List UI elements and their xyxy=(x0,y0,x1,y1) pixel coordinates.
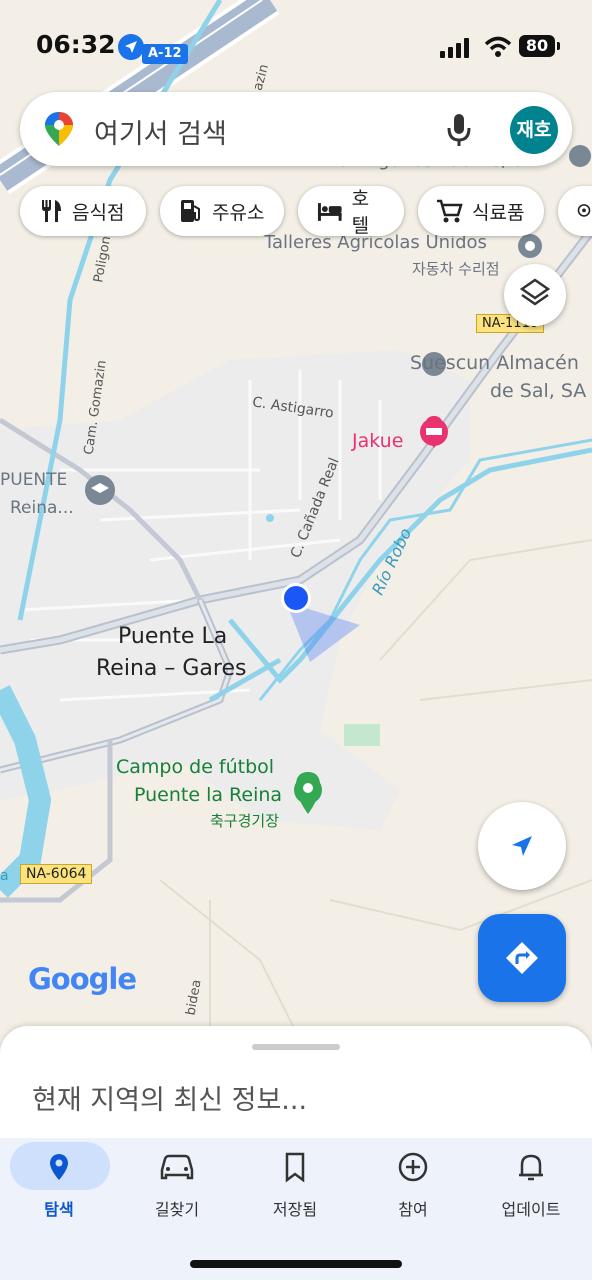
map-label-campo-2[interactable]: Puente la Reina xyxy=(134,784,282,806)
nav-tab-explore[interactable]: 탐색 xyxy=(0,1138,118,1238)
category-chips: 음식점 주유소 호텔 식료품 xyxy=(0,186,592,238)
chip-hotels[interactable]: 호텔 xyxy=(298,186,404,237)
chip-label: 식료품 xyxy=(472,201,525,224)
fork-knife-icon xyxy=(42,200,61,222)
navigation-arrow-icon xyxy=(512,836,532,856)
my-location-button[interactable] xyxy=(478,802,566,890)
status-time: 06:32 xyxy=(36,30,116,59)
town-label-2: Reina – Gares xyxy=(96,656,247,681)
nav-label: 저장됨 xyxy=(272,1200,318,1219)
bell-icon xyxy=(519,1154,543,1181)
road-shield-na6064: NA-6064 xyxy=(20,864,93,884)
chip-label: 주유소 xyxy=(212,201,265,224)
ferris-wheel-icon xyxy=(577,204,591,217)
town-label-1: Puente La xyxy=(118,624,228,649)
bed-icon xyxy=(317,203,342,221)
map-label-suescun-2[interactable]: de Sal, SA xyxy=(490,380,586,402)
battery-tip xyxy=(557,42,560,50)
map-label-campo-1[interactable]: Campo de fútbol xyxy=(116,756,274,778)
location-arrow-icon xyxy=(118,34,144,60)
car-icon xyxy=(160,1154,194,1180)
home-indicator xyxy=(190,1260,402,1268)
account-avatar[interactable]: 재호 xyxy=(510,106,558,154)
cart-icon xyxy=(437,199,463,223)
directions-button[interactable] xyxy=(478,914,566,1002)
map-label-talleres-sub: 자동차 수리점 xyxy=(412,260,500,278)
status-bar: 06:32 A-12 80 xyxy=(0,0,592,92)
chip-gas-stations[interactable]: 주유소 xyxy=(160,186,284,236)
layers-icon xyxy=(519,278,551,306)
chip-label: 음식점 xyxy=(72,201,125,224)
map-label-suescun-1[interactable]: Suescun Almacén xyxy=(410,352,579,374)
map-label-school-1[interactable]: PUENTE xyxy=(0,470,67,490)
mic-icon[interactable] xyxy=(446,112,472,148)
explore-pin-icon xyxy=(50,1154,68,1180)
layers-button[interactable] xyxy=(504,264,566,326)
chip-more[interactable] xyxy=(558,186,592,236)
bottom-navigation: 탐색 길찾기 저장됨 참여 업데이트 xyxy=(0,1138,592,1280)
google-maps-pin-icon xyxy=(45,112,73,146)
nav-tab-saved[interactable]: 저장됨 xyxy=(236,1138,354,1238)
search-bar[interactable]: 여기서 검색 재호 xyxy=(20,92,572,166)
nav-label: 탐색 xyxy=(44,1200,74,1219)
wifi-icon xyxy=(484,36,512,57)
map-label-school-2[interactable]: Reina... xyxy=(10,498,74,518)
map-label-campo-sub: 축구경기장 xyxy=(210,812,280,830)
bookmark-icon xyxy=(285,1152,305,1183)
add-circle-icon xyxy=(398,1152,428,1182)
battery-level: 80 xyxy=(519,35,555,57)
nav-tab-updates[interactable]: 업데이트 xyxy=(472,1138,590,1238)
bottom-sheet[interactable]: 현재 지역의 최신 정보... xyxy=(0,1026,592,1138)
google-logo: Google xyxy=(28,962,137,996)
search-placeholder[interactable]: 여기서 검색 xyxy=(94,112,227,151)
cellular-signal-icon xyxy=(440,38,469,58)
nav-tab-directions[interactable]: 길찾기 xyxy=(118,1138,236,1238)
route-badge: A-12 xyxy=(142,44,188,64)
nav-label: 업데이트 xyxy=(501,1200,561,1219)
sheet-drag-handle[interactable] xyxy=(252,1044,340,1050)
gas-station-icon xyxy=(181,200,200,222)
map-label-edge-a: a xyxy=(0,868,9,884)
directions-icon xyxy=(506,942,538,974)
chip-groceries[interactable]: 식료품 xyxy=(418,186,544,236)
map-label-jakue[interactable]: Jakue xyxy=(352,430,403,452)
nav-tab-contribute[interactable]: 참여 xyxy=(354,1138,472,1238)
chip-restaurants[interactable]: 음식점 xyxy=(20,186,146,236)
nav-label: 길찾기 xyxy=(154,1200,200,1219)
nav-label: 참여 xyxy=(398,1200,428,1219)
sheet-title: 현재 지역의 최신 정보... xyxy=(32,1085,308,1116)
chip-label: 호텔 xyxy=(351,188,370,237)
